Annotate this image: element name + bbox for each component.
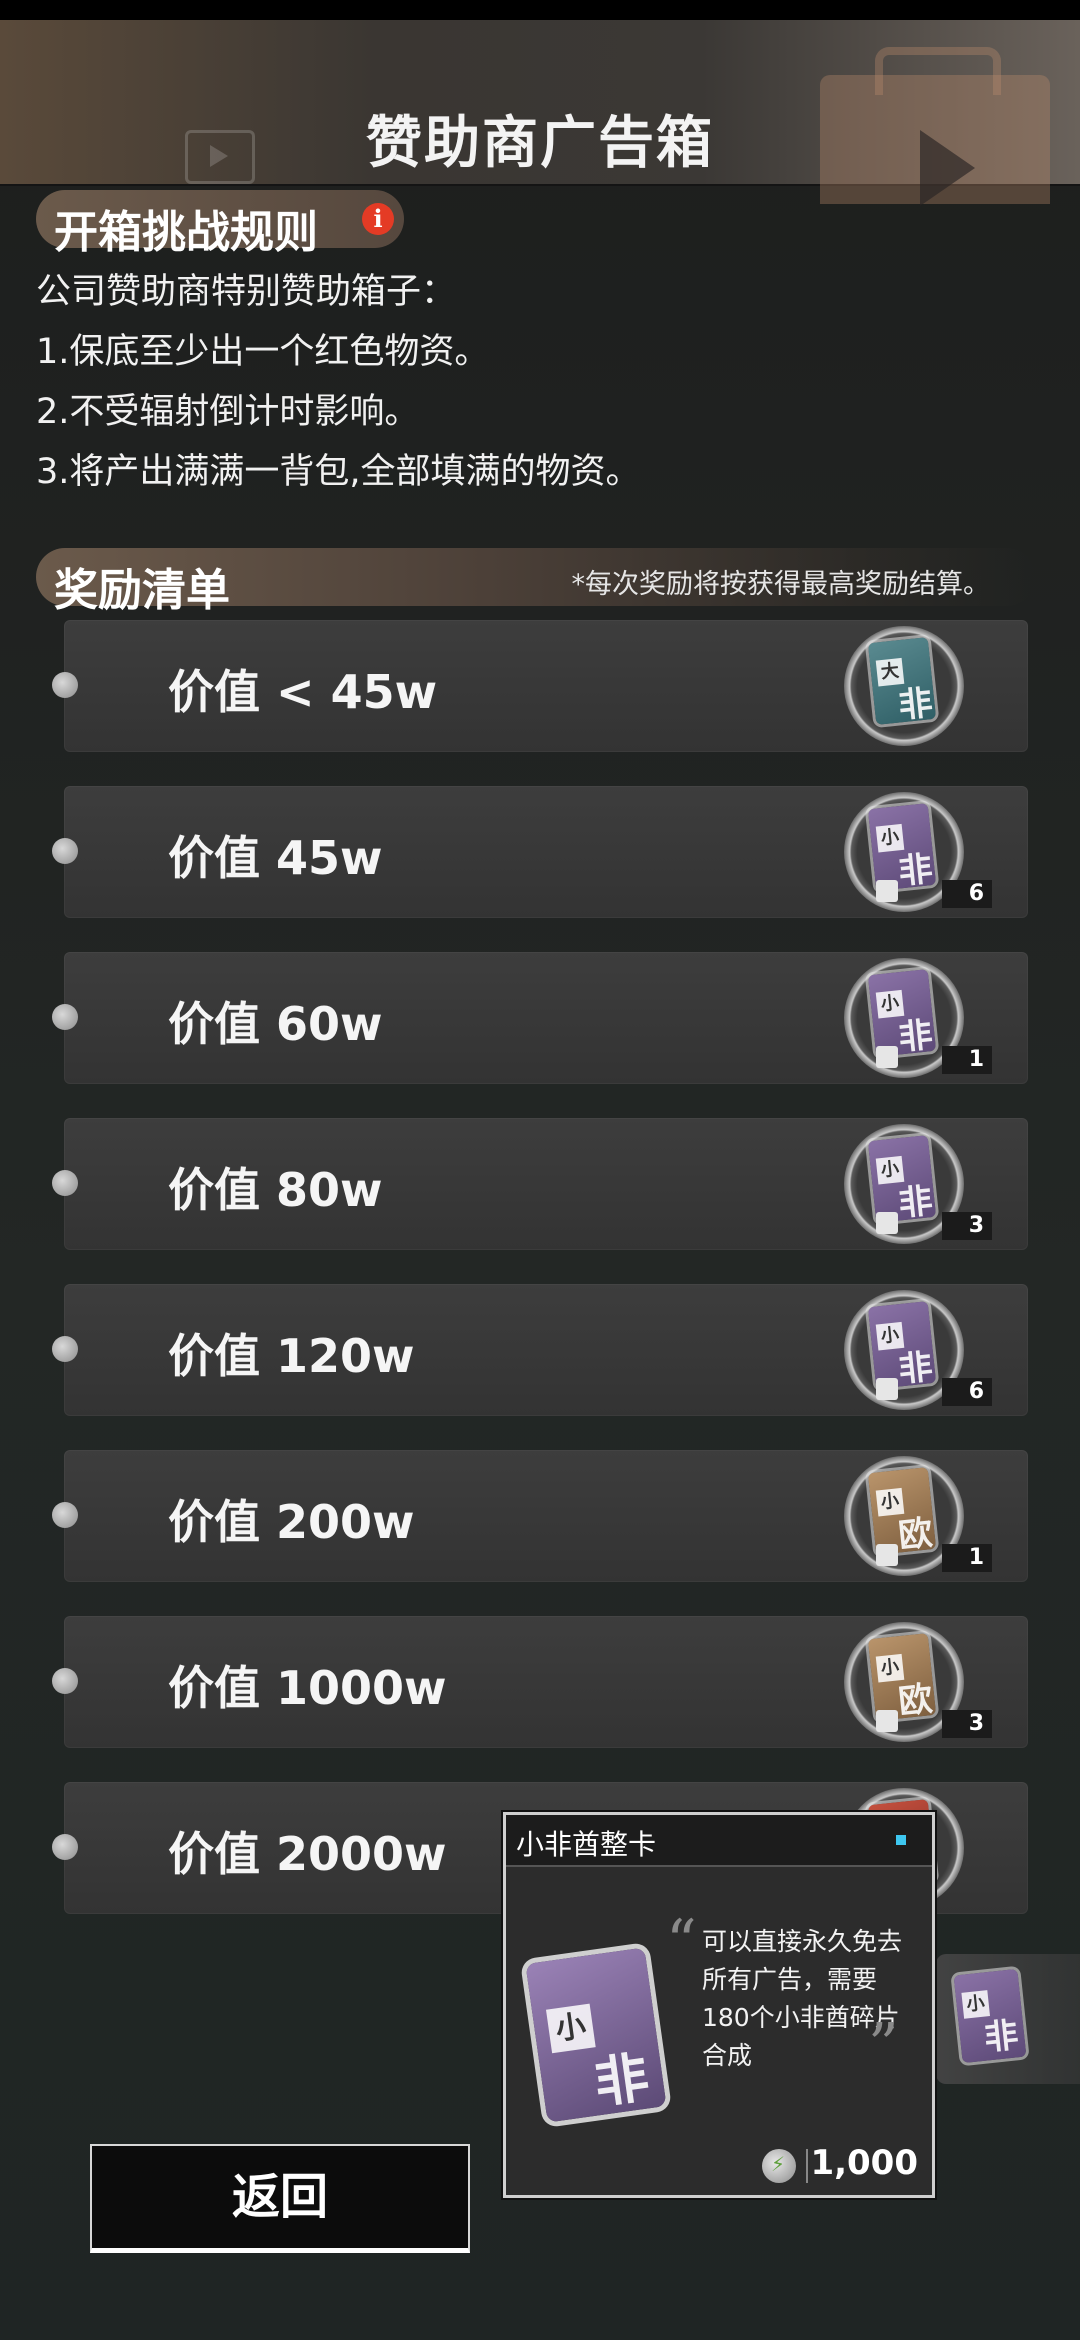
reward-item[interactable]: 小 欧 1	[844, 1456, 992, 1576]
rules-section-header: 开箱挑战规则 i	[36, 190, 404, 258]
rewards-title: 奖励清单	[54, 565, 230, 616]
card-char: 欧	[896, 1679, 935, 1723]
rarity-dot-icon	[896, 1835, 906, 1845]
bullet-icon	[52, 1502, 78, 1528]
reward-value-label: 价值 2000w	[168, 1827, 447, 1881]
card-char: 欧	[896, 1513, 935, 1557]
reward-item[interactable]: 小 非 6	[844, 1290, 992, 1410]
card-char: 非	[982, 2015, 1021, 2059]
reward-value-label: 价值 60w	[168, 997, 383, 1051]
card-icon: 小 非	[867, 1135, 937, 1225]
reward-item[interactable]: 大 非	[844, 626, 964, 746]
bullet-icon	[52, 672, 78, 698]
header: 赞助商广告箱	[0, 20, 1080, 206]
card-icon: 小 非	[525, 1947, 667, 2123]
card-char: 小	[545, 2003, 596, 2054]
bullet-icon	[52, 1004, 78, 1030]
card-char: 非	[896, 1181, 935, 1225]
reward-row: 价值 1000w 小 欧 3	[52, 1616, 1028, 1748]
card-char: 非	[896, 849, 935, 893]
count-badge: 1	[942, 1046, 992, 1074]
side-reward-item[interactable]: 小 非	[936, 1954, 1080, 2084]
status-strip	[0, 0, 1080, 20]
item-tooltip: 小非酋整卡 小 非 “ 可以直接永久免去所有广告，需要180个小非酋碎片合成 ”…	[503, 1812, 935, 2198]
quote-close-icon: ”	[868, 2011, 899, 2081]
reward-item[interactable]: 小 非 6	[844, 792, 992, 912]
card-char: 非	[590, 2045, 653, 2116]
count-badge: 3	[942, 1212, 992, 1240]
puzzle-piece-icon	[876, 1710, 898, 1732]
reward-row: 价值 80w 小 非 3	[52, 1118, 1028, 1250]
bullet-icon	[52, 1170, 78, 1196]
reward-row: 价值 200w 小 欧 1	[52, 1450, 1028, 1582]
reward-value-label: 价值 1000w	[168, 1661, 447, 1715]
count-badge: 6	[942, 880, 992, 908]
reward-item[interactable]: 小 欧 3	[844, 1622, 992, 1742]
reward-row: 价值 120w 小 非 6	[52, 1284, 1028, 1416]
card-icon: 小 非	[953, 1968, 1027, 2064]
card-icon: 小 非	[867, 1301, 937, 1391]
puzzle-piece-icon	[876, 1212, 898, 1234]
reward-row: 价值 < 45w 大 非	[52, 620, 1028, 752]
reward-value-label: 价值 200w	[168, 1495, 415, 1549]
reward-row: 价值 45w 小 非 6	[52, 786, 1028, 918]
tooltip-price: 1,000	[810, 2143, 918, 2183]
bullet-icon	[52, 1336, 78, 1362]
card-icon: 小 非	[867, 803, 937, 893]
tooltip-title: 小非酋整卡	[516, 1828, 657, 1861]
count-badge: 6	[942, 1378, 992, 1406]
card-char: 非	[896, 1347, 935, 1391]
count-badge: 3	[942, 1710, 992, 1738]
card-icon: 小 欧	[867, 1467, 937, 1557]
rules-title: 开箱挑战规则	[54, 207, 318, 258]
card-char: 非	[896, 1015, 935, 1059]
rules-line: 3.将产出满满一背包,全部填满的物资。	[36, 452, 641, 492]
card-icon: 小 非	[867, 969, 937, 1059]
bullet-icon	[52, 1668, 78, 1694]
energy-coin-icon	[762, 2149, 796, 2183]
reward-row: 价值 60w 小 非 1	[52, 952, 1028, 1084]
rules-line: 1.保底至少出一个红色物资。	[36, 332, 490, 372]
reward-value-label: 价值 120w	[168, 1329, 415, 1383]
reward-value-label: 价值 < 45w	[168, 665, 438, 719]
count-badge: 1	[942, 1544, 992, 1572]
reward-value-label: 价值 80w	[168, 1163, 383, 1217]
rewards-note: *每次奖励将按获得最高奖励结算。	[571, 569, 991, 600]
reward-item[interactable]: 小 非 1	[844, 958, 992, 1078]
reward-value-label: 价值 45w	[168, 831, 383, 885]
reward-item[interactable]: 小 非 3	[844, 1124, 992, 1244]
rewards-section-header: 奖励清单 *每次奖励将按获得最高奖励结算。	[36, 548, 1036, 616]
page-title: 赞助商广告箱	[366, 111, 714, 176]
tooltip-header: 小非酋整卡	[506, 1815, 932, 1867]
puzzle-piece-icon	[876, 1544, 898, 1566]
rules-line: 公司赞助商特别赞助箱子：	[36, 272, 457, 312]
rules-line: 2.不受辐射倒计时影响。	[36, 392, 420, 432]
quote-open-icon: “	[666, 1907, 697, 1977]
rules-text: 公司赞助商特别赞助箱子： 1.保底至少出一个红色物资。 2.不受辐射倒计时影响。…	[36, 262, 1036, 502]
card-icon: 大 非	[867, 637, 937, 727]
card-char: 非	[896, 683, 935, 727]
bullet-icon	[52, 1834, 78, 1860]
back-button[interactable]: 返回	[90, 2144, 470, 2253]
puzzle-piece-icon	[876, 880, 898, 902]
card-icon: 小 欧	[867, 1633, 937, 1723]
puzzle-piece-icon	[876, 1378, 898, 1400]
puzzle-piece-icon	[876, 1046, 898, 1068]
info-icon[interactable]: i	[362, 203, 394, 235]
bullet-icon	[52, 838, 78, 864]
divider	[806, 2149, 808, 2183]
